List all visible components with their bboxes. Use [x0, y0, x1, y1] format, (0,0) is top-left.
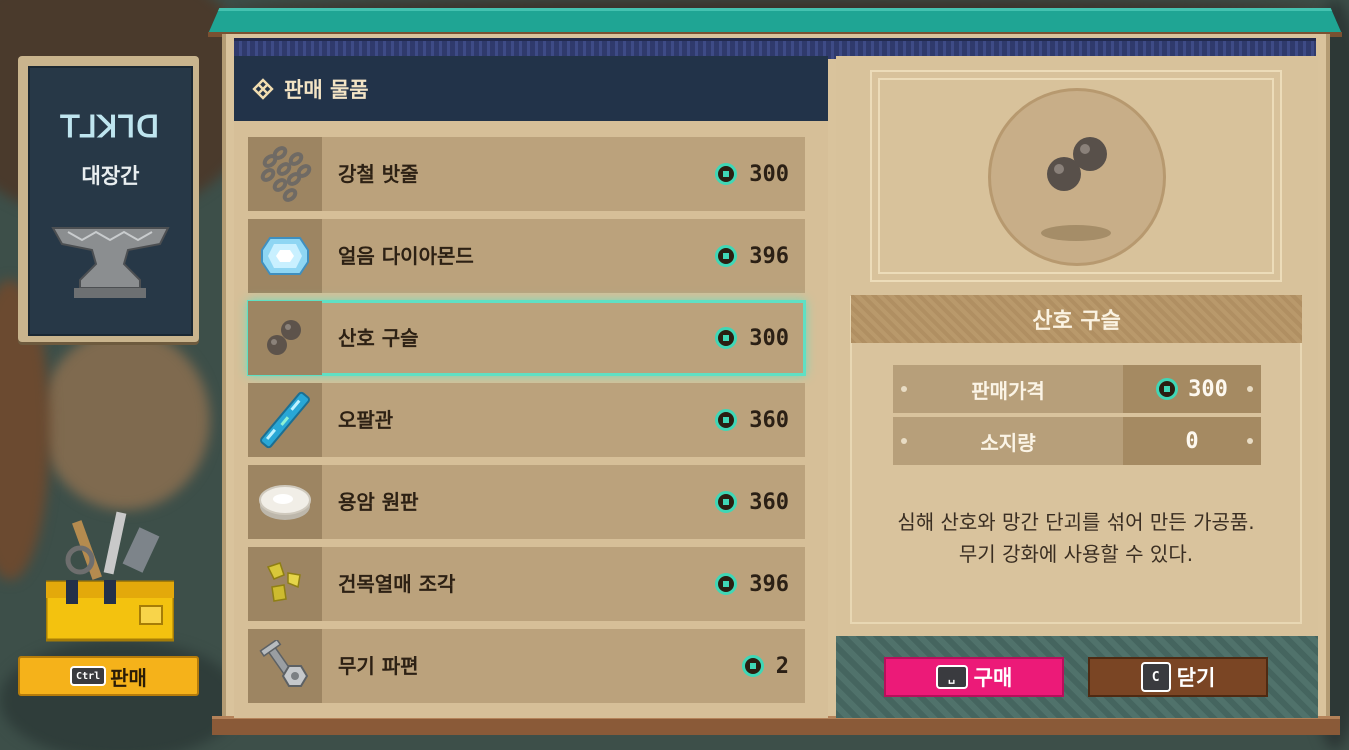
owned-label: 소지량 [980, 430, 1036, 455]
item-price-value: 2 [775, 653, 789, 679]
coral-beads-icon [267, 320, 301, 355]
frame-base [212, 716, 1340, 735]
item-name: 용암 원판 [338, 490, 419, 514]
item-price: 2 [741, 629, 789, 703]
anvil-icon [51, 227, 170, 298]
item-list-header: 판매 물품 [234, 56, 828, 121]
ctrl-key-icon: Ctrl [70, 666, 107, 686]
close-button-label: 닫기 [1176, 666, 1216, 690]
item-row[interactable]: 강철 밧줄 300 [248, 137, 805, 211]
coin-icon [715, 573, 738, 595]
buy-button-label: 구매 [973, 666, 1013, 690]
frame-roof [208, 8, 1342, 34]
space-key-icon: ␣ [935, 665, 968, 689]
coin-icon [715, 245, 738, 267]
coin-icon [715, 327, 738, 349]
item-price-value: 360 [749, 489, 789, 515]
knot-icon [252, 77, 274, 100]
item-description: 심해 산호와 망간 단괴를 섞어 만든 가공품. 무기 강화에 사용할 수 있다… [852, 506, 1300, 570]
shop-name: 대장간 [81, 164, 140, 188]
item-row[interactable]: 용암 원판 360 [248, 465, 805, 539]
coin-icon [741, 655, 764, 677]
sell-price-label: 판매가격 [971, 378, 1045, 403]
owned-value-cell: 0 [1123, 417, 1261, 465]
item-row[interactable]: 무기 파편 2 [248, 629, 805, 703]
owned-row: 소지량 0 [893, 417, 1261, 465]
sell-button[interactable]: Ctrl 판매 [18, 656, 199, 696]
item-price-value: 396 [749, 243, 789, 269]
item-name: 얼음 다이아몬드 [338, 244, 474, 268]
item-detail-title: 산호 구슬 [851, 295, 1302, 343]
buy-button[interactable]: ␣ 구매 [884, 657, 1064, 697]
item-price: 396 [715, 547, 789, 621]
lava-disc-icon [259, 485, 311, 520]
chain-icon [260, 146, 312, 202]
toolbox-icon [46, 511, 174, 642]
coin-icon [715, 491, 738, 513]
item-thumb [248, 301, 322, 375]
item-price-value: 300 [749, 161, 789, 187]
item-row[interactable]: 건목열매 조각 396 [248, 547, 805, 621]
sell-price-value: 300 [1188, 376, 1228, 402]
item-thumb [248, 465, 322, 539]
ice-diamond-icon [261, 237, 309, 275]
sell-price-row: 판매가격 300 [893, 365, 1261, 413]
item-list-title: 판매 물품 [284, 77, 369, 102]
sign-glyph-text: ꓔ⅃ꓘꓶꓷ [60, 110, 161, 145]
item-name: 산호 구슬 [338, 326, 419, 350]
item-thumb [248, 383, 322, 457]
sell-price-value-cell: 300 [1123, 365, 1261, 413]
bolt-nut-icon [259, 640, 309, 687]
item-name: 강철 밧줄 [338, 162, 419, 186]
description-line: 무기 강화에 사용할 수 있다. [958, 542, 1194, 566]
coin-icon [1156, 378, 1179, 400]
item-thumb [248, 629, 322, 703]
item-price-value: 396 [749, 571, 789, 597]
item-row-selected[interactable]: 산호 구슬 300 [247, 300, 806, 376]
item-row[interactable]: 얼음 다이아몬드 396 [248, 219, 805, 293]
item-price-value: 300 [749, 325, 789, 351]
item-thumb [248, 219, 322, 293]
shop-sign: ꓔ⅃ꓘꓶꓷ 대장간 [18, 56, 199, 342]
sign-panel: ꓔ⅃ꓘꓶꓷ 대장간 [28, 66, 193, 336]
item-price-value: 360 [749, 407, 789, 433]
dry-fruit-shard-icon [266, 562, 301, 602]
coral-beads-icon [1041, 137, 1111, 241]
item-name: 건목열매 조각 [338, 572, 456, 596]
item-thumb [248, 547, 322, 621]
item-row[interactable]: 오팔관 360 [248, 383, 805, 457]
c-key-icon: C [1140, 662, 1171, 692]
item-price: 300 [715, 137, 789, 211]
coin-icon [715, 409, 738, 431]
item-price: 300 [715, 301, 789, 375]
coin-icon [715, 163, 738, 185]
item-thumb [248, 137, 322, 211]
item-name: 무기 파편 [338, 654, 419, 678]
owned-value: 0 [1185, 428, 1199, 454]
item-price: 360 [715, 465, 789, 539]
sell-button-label: 판매 [110, 665, 147, 690]
item-name: 오팔관 [338, 408, 394, 432]
item-price: 360 [715, 383, 789, 457]
sell-price-label-cell: 판매가격 [893, 365, 1123, 413]
close-button[interactable]: C 닫기 [1088, 657, 1268, 697]
opal-tube-icon [260, 391, 310, 449]
owned-label-cell: 소지량 [893, 417, 1123, 465]
description-line: 심해 산호와 망간 단괴를 섞어 만든 가공품. [897, 510, 1255, 534]
item-price: 396 [715, 219, 789, 293]
